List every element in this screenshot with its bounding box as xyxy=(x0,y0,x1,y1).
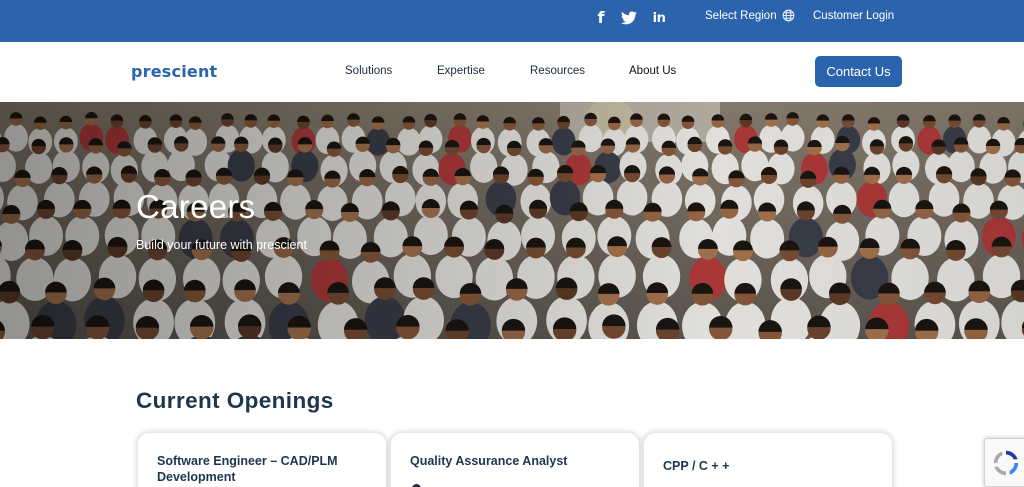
globe-icon xyxy=(782,9,794,22)
job-card[interactable]: Software Engineer – CAD/PLM Development xyxy=(137,432,387,487)
hero-subtitle: Build your future with prescient xyxy=(136,238,307,252)
job-title: CPP / C + + xyxy=(663,459,730,473)
main-nav: prescient Solutions Expertise Resources … xyxy=(0,42,1024,102)
nav-expertise[interactable]: Expertise xyxy=(437,65,485,77)
nav-about-us[interactable]: About Us xyxy=(629,65,676,77)
twitter-icon[interactable] xyxy=(621,10,637,26)
linkedin-icon[interactable]: in xyxy=(651,10,667,26)
job-title: Software Engineer – CAD/PLM Development xyxy=(157,454,338,484)
current-openings-heading: Current Openings xyxy=(136,388,334,413)
recaptcha-icon xyxy=(993,450,1019,475)
hero-title: Careers xyxy=(136,188,256,225)
job-card[interactable]: CPP / C + + xyxy=(643,432,893,487)
select-region-button[interactable]: Select Region xyxy=(705,9,795,22)
customer-login-link[interactable]: Customer Login xyxy=(813,10,894,22)
prescient-logo[interactable]: prescient xyxy=(131,62,217,81)
facebook-icon[interactable]: f xyxy=(593,10,609,26)
nav-resources[interactable]: Resources xyxy=(530,65,585,77)
job-title: Quality Assurance Analyst xyxy=(410,454,568,468)
recaptcha-badge[interactable] xyxy=(984,438,1024,487)
job-card[interactable]: Quality Assurance Analyst xyxy=(390,432,640,487)
top-bar: f in Select Region Customer Login xyxy=(0,0,1024,42)
select-region-label: Select Region xyxy=(705,9,777,22)
nav-solutions[interactable]: Solutions xyxy=(345,65,392,77)
careers-hero: Careers Build your future with prescient xyxy=(0,102,1024,339)
contact-us-button[interactable]: Contact Us xyxy=(815,56,902,87)
